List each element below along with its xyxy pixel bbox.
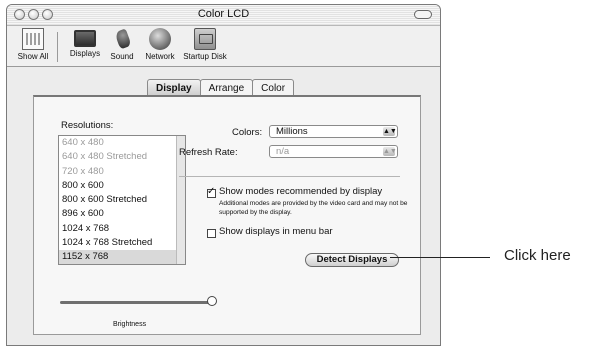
brightness-slider-track[interactable] [60, 301, 211, 304]
updown-arrows-icon: ▲▼ [383, 127, 397, 136]
resolution-item[interactable]: 640 x 480 [59, 136, 185, 150]
resolution-item[interactable]: 896 x 600 [59, 207, 185, 221]
toolbar-displays[interactable]: Displays [65, 28, 105, 58]
toolbar-toggle-button[interactable] [414, 10, 432, 19]
divider [179, 176, 400, 177]
refresh-rate-value: n/a [276, 146, 290, 157]
preferences-window: Color LCD Show All Displays Sound Networ… [6, 4, 441, 346]
toolbar-show-all-label: Show All [17, 52, 49, 61]
toolbar-displays-label: Displays [69, 49, 101, 58]
display-icon [74, 30, 96, 47]
toolbar-sound[interactable]: Sound [105, 28, 139, 61]
grid-icon [22, 28, 44, 50]
toolbar: Show All Displays Sound Network Startup … [7, 26, 440, 67]
colors-value: Millions [276, 126, 308, 137]
brightness-label: Brightness [113, 321, 147, 328]
resolution-item[interactable]: 720 x 480 [59, 165, 185, 179]
tab-color[interactable]: Color [252, 79, 295, 96]
show-in-menu-label[interactable]: Show displays in menu bar [219, 226, 333, 237]
callout-text: Click here [504, 247, 571, 264]
resolutions-label: Resolutions: [61, 120, 114, 131]
refresh-rate-select[interactable]: n/a ▲▼ [269, 145, 398, 158]
toolbar-network[interactable]: Network [140, 28, 180, 61]
tab-bar: Display Arrange Color [147, 79, 295, 96]
toolbar-startup-disk[interactable]: Startup Disk [179, 28, 231, 61]
toolbar-show-all[interactable]: Show All [11, 28, 55, 61]
title-bar: Color LCD [7, 5, 440, 26]
detect-displays-button[interactable]: Detect Displays [305, 253, 399, 267]
resolution-item[interactable]: 640 x 480 Stretched [59, 150, 185, 164]
modes-note: Additional modes are provided by the vid… [219, 200, 408, 216]
resolution-item-selected[interactable]: 1152 x 768 [59, 250, 185, 264]
tab-display[interactable]: Display [147, 79, 201, 96]
resolution-item[interactable]: 800 x 600 [59, 179, 185, 193]
refresh-rate-label: Refresh Rate: [179, 147, 238, 158]
toolbar-sound-label: Sound [110, 52, 134, 61]
toolbar-network-label: Network [145, 52, 175, 61]
window-title: Color LCD [197, 8, 250, 20]
colors-select[interactable]: Millions ▲▼ [269, 125, 398, 138]
toolbar-separator [57, 32, 58, 62]
show-modes-checkbox[interactable] [207, 186, 216, 198]
updown-arrows-icon: ▲▼ [383, 147, 397, 156]
brightness-slider-knob[interactable] [207, 296, 217, 306]
disk-icon [194, 28, 216, 50]
tab-arrange[interactable]: Arrange [199, 79, 254, 96]
resolution-item[interactable]: 800 x 600 Stretched [59, 193, 185, 207]
resolution-item[interactable]: 1024 x 768 [59, 222, 185, 236]
resolution-item[interactable]: 1024 x 768 Stretched [59, 236, 185, 250]
colors-label: Colors: [232, 127, 263, 138]
globe-icon [149, 28, 171, 50]
resolutions-list[interactable]: 640 x 480 640 x 480 Stretched 720 x 480 … [58, 135, 186, 265]
callout-line [390, 257, 490, 258]
toolbar-startup-disk-label: Startup Disk [183, 52, 227, 61]
show-in-menu-checkbox[interactable] [207, 229, 216, 238]
show-modes-label[interactable]: Show modes recommended by display [219, 186, 382, 197]
display-panel: Resolutions: 640 x 480 640 x 480 Stretch… [33, 95, 421, 335]
speaker-icon [111, 28, 133, 50]
